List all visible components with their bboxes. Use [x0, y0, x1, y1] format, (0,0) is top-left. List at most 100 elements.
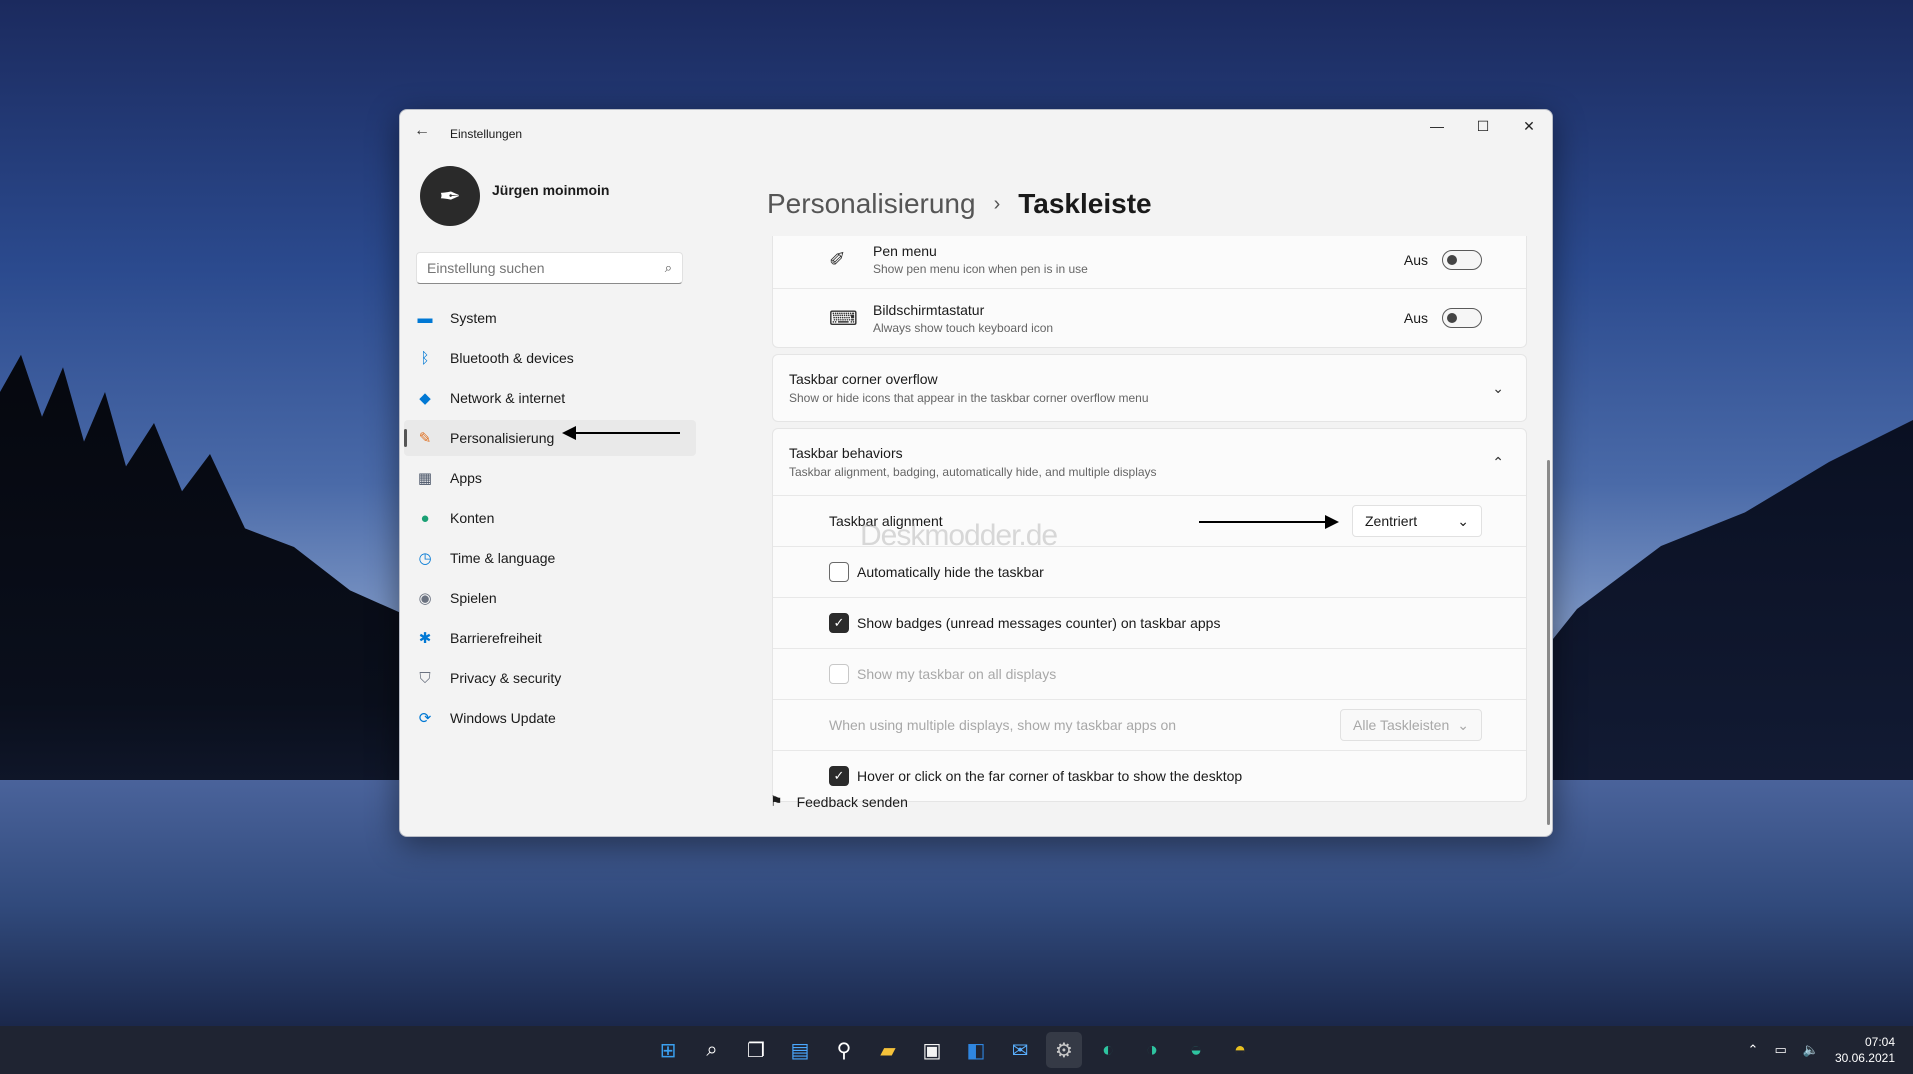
- auto-hide-row[interactable]: Automatically hide the taskbar: [773, 546, 1526, 597]
- sidebar-item-label: Network & internet: [450, 390, 566, 406]
- sidebar-item-system[interactable]: ▬ System: [404, 300, 696, 336]
- sidebar-item-network[interactable]: ◆ Network & internet: [404, 380, 696, 416]
- content-scrollbar[interactable]: [1547, 460, 1550, 825]
- pen-menu-state: Aus: [1403, 251, 1428, 268]
- globe-clock-icon: ◷: [418, 550, 432, 567]
- multi-display-label: When using multiple displays, show my ta…: [829, 717, 1177, 733]
- search-icon[interactable]: ⌕: [694, 1032, 730, 1068]
- all-displays-label: Show my taskbar on all displays: [857, 666, 1057, 682]
- sidebar-item-spielen[interactable]: ◉ Spielen: [404, 580, 696, 616]
- update-icon: ⟳: [418, 710, 432, 727]
- mail-icon[interactable]: ✉: [1002, 1032, 1038, 1068]
- breadcrumb-parent[interactable]: Personalisierung: [767, 188, 976, 220]
- pen-menu-row: ✐ Pen menu Show pen menu icon when pen i…: [773, 236, 1526, 289]
- shield-icon: ⛉: [419, 669, 431, 687]
- taskbar-alignment-dropdown[interactable]: Zentriert ⌄: [1352, 505, 1482, 537]
- touch-keyboard-row: ⌨ Bildschirmtastatur Always show touch k…: [773, 289, 1526, 347]
- multi-display-row: When using multiple displays, show my ta…: [773, 699, 1526, 750]
- chevron-up-icon[interactable]: ⌃: [1492, 454, 1504, 471]
- breadcrumb-separator: ›: [993, 192, 1001, 215]
- sidebar-item-label: System: [450, 310, 497, 326]
- pen-icon: ✐: [829, 249, 846, 271]
- corner-overflow-title: Taskbar corner overflow: [789, 371, 938, 387]
- user-profile[interactable]: ✒ Jürgen moinmoin: [420, 166, 609, 226]
- sidebar-item-label: Konten: [450, 510, 495, 526]
- task-view-icon[interactable]: ❐: [738, 1032, 774, 1068]
- far-corner-checkbox[interactable]: ✓: [829, 766, 849, 786]
- sidebar-item-apps[interactable]: ▦ Apps: [404, 460, 696, 496]
- edge-dev-icon[interactable]: ◒: [1178, 1032, 1214, 1068]
- touch-keyboard-subtitle: Always show touch keyboard icon: [873, 320, 1054, 335]
- badges-row[interactable]: ✓ Show badges (unread messages counter) …: [773, 597, 1526, 648]
- wifi-icon: ◆: [419, 390, 431, 407]
- sidebar-item-label: Apps: [450, 470, 482, 486]
- system-tray: ⌃ ▭ 🔈 07:04 30.06.2021: [1748, 1026, 1895, 1074]
- touch-keyboard-toggle[interactable]: [1442, 308, 1482, 328]
- back-arrow-icon[interactable]: ←: [414, 122, 436, 144]
- touch-keyboard-title: Bildschirmtastatur: [873, 301, 985, 318]
- chevron-up-icon[interactable]: ⌃: [1748, 1042, 1759, 1058]
- edge-beta-icon[interactable]: ◑: [1134, 1032, 1170, 1068]
- user-name: Jürgen moinmoin: [492, 182, 610, 198]
- search-box[interactable]: ⌕: [416, 252, 683, 284]
- bluetooth-icon: ᛒ: [420, 349, 430, 367]
- multi-display-value: Alle Taskleisten: [1353, 717, 1450, 733]
- outlook-icon[interactable]: ◧: [958, 1032, 994, 1068]
- windows-taskbar: ⊞ ⌕ ❐ ▤ ⚲ ▰ ▣ ◧ ✉ ⚙ ◐ ◑ ◒ ◓ ⌃ ▭ 🔈 07:04 …: [0, 1026, 1913, 1074]
- pen-menu-subtitle: Show pen menu icon when pen is in use: [873, 262, 1088, 276]
- sidebar-item-bluetooth[interactable]: ᛒ Bluetooth & devices: [404, 340, 696, 376]
- chevron-down-icon[interactable]: ⌄: [1492, 380, 1504, 397]
- pen-menu-toggle[interactable]: [1442, 249, 1482, 270]
- sidebar-item-barrierefreiheit[interactable]: ✱ Barrierefreiheit: [404, 620, 696, 656]
- sidebar-item-windows-update[interactable]: ⟳ Windows Update: [404, 700, 696, 736]
- chevron-down-icon: ⌄: [1457, 716, 1469, 733]
- auto-hide-checkbox[interactable]: [829, 562, 849, 582]
- network-icon[interactable]: ▭: [1774, 1042, 1786, 1058]
- sidebar-item-label: Barrierefreiheit: [450, 630, 542, 646]
- search-icon: ⌕: [664, 260, 672, 275]
- settings-icon[interactable]: ⚙: [1046, 1032, 1082, 1068]
- all-displays-checkbox: [829, 664, 849, 684]
- taskbar-alignment-value: Zentriert: [1365, 513, 1418, 529]
- corner-overflow-card[interactable]: Taskbar corner overflow Show or hide ico…: [772, 354, 1527, 422]
- maximize-button[interactable]: ☐: [1460, 110, 1506, 142]
- all-displays-row: Show my taskbar on all displays: [773, 648, 1526, 699]
- sidebar-item-label: Windows Update: [450, 710, 556, 726]
- widgets-icon[interactable]: ▤: [782, 1032, 818, 1068]
- gamepad-icon: ◉: [418, 590, 432, 607]
- auto-hide-label: Automatically hide the taskbar: [857, 564, 1044, 580]
- taskbar-icons-card: ✐ Pen menu Show pen menu icon when pen i…: [772, 236, 1527, 348]
- pen-avatar-icon: ✒: [439, 180, 461, 211]
- person-icon: ●: [420, 509, 430, 527]
- sidebar-item-personalisierung[interactable]: ✎ Personalisierung: [404, 420, 696, 456]
- check-icon: ✓: [833, 768, 845, 783]
- taskbar-behaviors-header[interactable]: Taskbar behaviors Taskbar alignment, bad…: [773, 429, 1526, 495]
- touch-keyboard-state: Aus: [1403, 310, 1428, 326]
- sidebar-item-konten[interactable]: ● Konten: [404, 500, 696, 536]
- window-controls: — ☐ ✕: [1414, 110, 1552, 142]
- clock[interactable]: 07:04 30.06.2021: [1835, 1034, 1895, 1066]
- annotation-arrow-alignment: [1199, 515, 1339, 529]
- sidebar-nav: ▬ System ᛒ Bluetooth & devices ◆ Network…: [404, 300, 696, 740]
- search-input[interactable]: [427, 260, 665, 276]
- corner-overflow-header[interactable]: Taskbar corner overflow Show or hide ico…: [773, 355, 1526, 421]
- brush-icon: ✎: [418, 430, 432, 447]
- sidebar-item-privacy[interactable]: ⛉ Privacy & security: [404, 660, 696, 696]
- feedback-link[interactable]: ⚑ Feedback senden: [770, 793, 908, 810]
- store-icon[interactable]: ▣: [914, 1032, 950, 1068]
- start-icon[interactable]: ⊞: [650, 1032, 686, 1068]
- close-button[interactable]: ✕: [1506, 110, 1552, 142]
- sidebar-item-time-language[interactable]: ◷ Time & language: [404, 540, 696, 576]
- magnifier-icon[interactable]: ⚲: [826, 1032, 862, 1068]
- file-explorer-icon[interactable]: ▰: [870, 1032, 906, 1068]
- feedback-label: Feedback senden: [796, 793, 908, 810]
- minimize-button[interactable]: —: [1414, 110, 1460, 142]
- volume-icon[interactable]: 🔈: [1803, 1042, 1819, 1058]
- monitor-icon: ▬: [417, 309, 433, 327]
- apps-icon: ▦: [417, 470, 433, 487]
- badges-checkbox[interactable]: ✓: [829, 613, 849, 633]
- edge-canary-icon[interactable]: ◓: [1222, 1032, 1258, 1068]
- edge-icon[interactable]: ◐: [1090, 1032, 1126, 1068]
- chevron-down-icon: ⌄: [1457, 512, 1469, 529]
- clock-time: 07:04: [1864, 1035, 1895, 1049]
